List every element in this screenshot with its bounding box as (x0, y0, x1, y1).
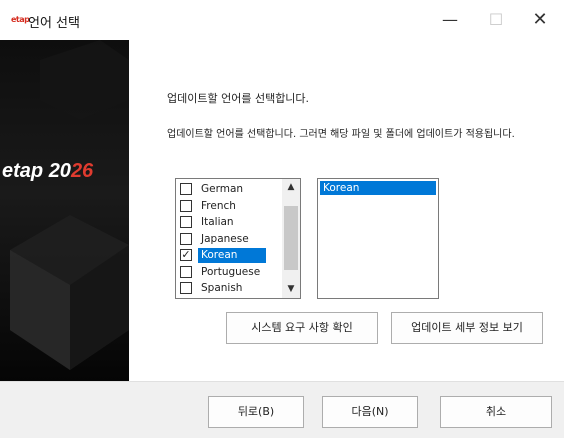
language-checkbox[interactable] (180, 216, 192, 228)
sidebar-background-graphic (10, 40, 129, 370)
language-list-scrollbar[interactable]: ▲ ▼ (282, 179, 300, 298)
language-label: Portuguese (201, 265, 261, 278)
brand-logo: etap 2026 (2, 160, 93, 183)
language-checkbox[interactable] (180, 183, 192, 195)
language-label: German (201, 183, 244, 195)
brand-sidebar: etap 2026 (0, 40, 129, 381)
language-item-german[interactable]: German (179, 182, 279, 197)
language-label: Japanese (201, 232, 249, 245)
main-content: 업데이트할 언어를 선택합니다. 업데이트할 언어를 선택합니다. 그러면 해당… (129, 40, 564, 381)
page-heading: 업데이트할 언어를 선택합니다. (167, 92, 310, 105)
etap-logo-icon: etap (11, 15, 30, 24)
language-checkbox[interactable] (180, 199, 192, 212)
language-selection-window: etap 언어 선택 — ☐ ✕ etap 2026 업데이트할 언어를 선택합… (0, 0, 564, 438)
language-label: French (201, 199, 236, 212)
language-item-french[interactable]: French (179, 199, 279, 214)
language-item-korean[interactable]: ✓ Korean (179, 248, 279, 263)
selected-language-item[interactable]: Korean (320, 181, 436, 195)
check-system-requirements-button[interactable]: 시스템 요구 사항 확인 (226, 312, 378, 344)
language-item-japanese[interactable]: Japanese (179, 232, 279, 247)
brand-year-prefix: 20 (48, 160, 71, 182)
language-checkbox[interactable] (180, 282, 192, 294)
view-update-details-button[interactable]: 업데이트 세부 정보 보기 (391, 312, 543, 344)
language-label: Korean (198, 248, 266, 263)
title-bar[interactable]: etap 언어 선택 — ☐ ✕ (0, 0, 564, 41)
language-checkbox[interactable] (180, 232, 192, 245)
scroll-down-arrow-icon[interactable]: ▼ (282, 281, 300, 297)
close-button[interactable]: ✕ (522, 8, 558, 32)
page-description: 업데이트할 언어를 선택합니다. 그러면 해당 파일 및 폴더에 업데이트가 적… (167, 129, 515, 140)
language-checklist[interactable]: German French Italian Japanese ✓ Korean Portug… (175, 178, 301, 299)
cancel-button[interactable]: 취소 (440, 396, 552, 428)
back-button[interactable]: 뒤로(B) (208, 396, 304, 428)
wizard-footer: 뒤로(B) 다음(N) 취소 (0, 381, 564, 438)
language-label: Italian (201, 216, 234, 228)
window-title: 언어 선택 (28, 16, 80, 31)
brand-name: etap (2, 160, 44, 182)
scroll-thumb[interactable] (284, 206, 298, 270)
minimize-button[interactable]: — (432, 8, 468, 32)
maximize-button: ☐ (488, 10, 504, 29)
language-checkbox[interactable]: ✓ (180, 249, 192, 261)
language-checkbox[interactable] (180, 265, 192, 278)
selected-languages-list[interactable]: Korean (317, 178, 439, 299)
language-item-italian[interactable]: Italian (179, 215, 279, 230)
language-item-spanish[interactable]: Spanish (179, 281, 279, 296)
next-button[interactable]: 다음(N) (322, 396, 418, 428)
scroll-up-arrow-icon[interactable]: ▲ (282, 179, 300, 195)
brand-year-accent: 26 (70, 160, 94, 182)
language-item-portuguese[interactable]: Portuguese (179, 265, 279, 280)
language-label: Spanish (201, 282, 243, 294)
